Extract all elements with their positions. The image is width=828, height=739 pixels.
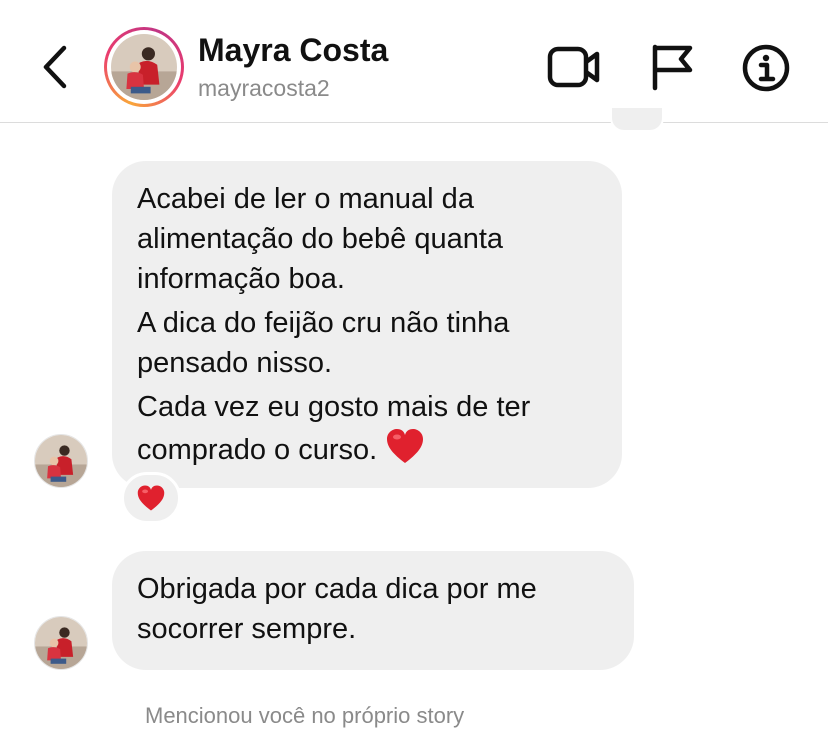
sender-avatar[interactable] xyxy=(34,616,88,670)
contact-username[interactable]: mayracosta2 xyxy=(198,75,330,102)
message-line: comprado o curso. xyxy=(137,434,378,466)
video-call-button[interactable] xyxy=(546,42,602,92)
reaction-badge[interactable] xyxy=(121,472,181,524)
report-button[interactable] xyxy=(648,42,696,92)
story-mention-notice[interactable]: Mencionou você no próprio story xyxy=(145,703,464,729)
flag-icon xyxy=(652,44,693,91)
info-button[interactable] xyxy=(740,42,792,94)
previous-reaction-remnant xyxy=(610,108,664,132)
message-bubble[interactable]: Acabei de ler o manual da alimentação do… xyxy=(112,161,622,488)
red-heart-icon xyxy=(385,427,425,476)
message-bubble[interactable]: Obrigada por cada dica por me socorrer s… xyxy=(112,551,634,670)
back-button[interactable] xyxy=(36,43,76,91)
message-line: alimentação do bebê quanta xyxy=(137,223,504,255)
thread-header: Mayra Costa mayracosta2 xyxy=(0,0,828,123)
sender-avatar[interactable] xyxy=(34,434,88,488)
contact-display-name[interactable]: Mayra Costa xyxy=(198,32,388,69)
dm-thread-screen: Mayra Costa mayracosta2 Acabei de ler o … xyxy=(0,0,828,739)
message-line: socorrer sempre. xyxy=(137,613,357,645)
message-line: pensado nisso. xyxy=(137,347,333,379)
profile-photo xyxy=(111,34,177,100)
chevron-left-icon xyxy=(43,45,67,89)
message-line: Obrigada por cada dica por me xyxy=(137,573,537,605)
red-heart-icon xyxy=(137,485,165,511)
info-icon xyxy=(742,44,790,92)
message-line: Acabei de ler o manual da xyxy=(137,183,474,215)
message-line: informação boa. xyxy=(137,263,345,295)
message-line: A dica do feijão cru não tinha xyxy=(137,307,510,339)
message-line: Cada vez eu gosto mais de ter xyxy=(137,391,531,423)
video-camera-icon xyxy=(547,46,600,88)
header-avatar[interactable] xyxy=(104,27,184,107)
